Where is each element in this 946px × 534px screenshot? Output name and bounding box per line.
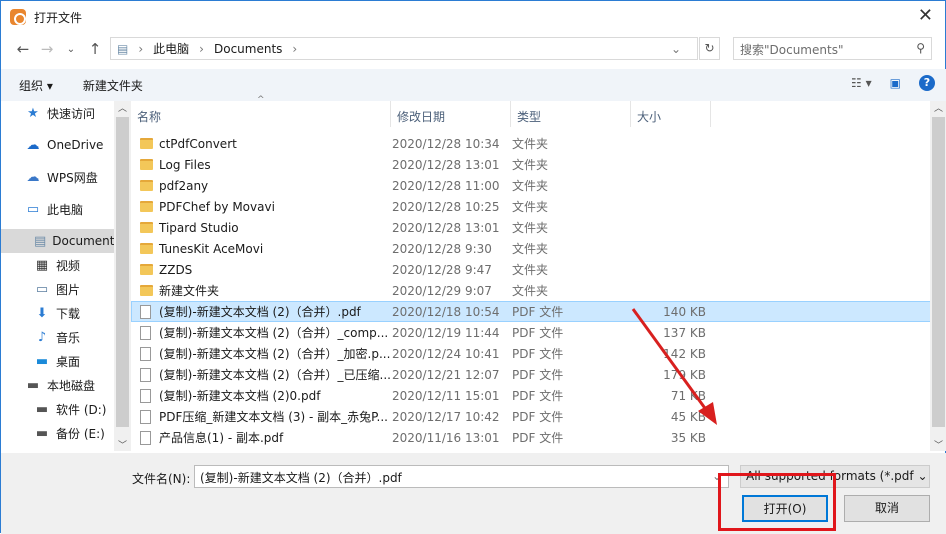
annotation-arrow xyxy=(631,308,717,425)
